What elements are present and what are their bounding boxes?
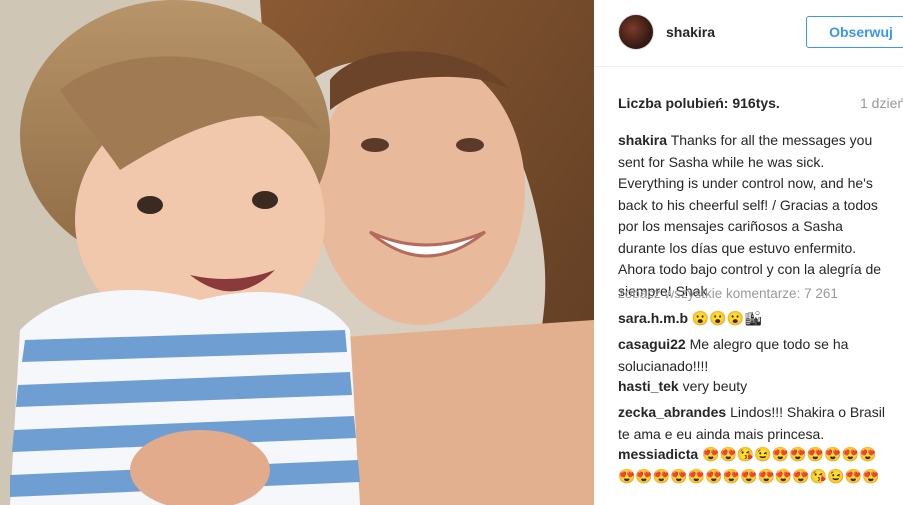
comment-username[interactable]: zecka_abrandes: [618, 404, 726, 420]
comment-item: sara.h.m.b 😮😮😮🏙: [618, 308, 893, 330]
profile-avatar[interactable]: [618, 14, 654, 50]
caption-text: Thanks for all the messages you sent for…: [618, 132, 882, 299]
view-all-comments-link[interactable]: zobacz wszystkie komentarze: 7 261: [618, 286, 838, 301]
comment-item: messiadicta 😍😍😘😉😍😍😍😍😍😍😍😍😍😍😍😍😍😍😍😍😍😘😉😍😍: [618, 444, 893, 487]
comment-username[interactable]: messiadicta: [618, 446, 698, 462]
post-sidebar: shakira Obserwuj Liczba polubień: 916tys…: [594, 0, 903, 505]
comment-username[interactable]: casagui22: [618, 336, 686, 352]
comment-text: very beuty: [682, 378, 748, 394]
post-time[interactable]: 1 dzień: [860, 95, 903, 111]
post-photo[interactable]: [0, 0, 594, 505]
caption-username[interactable]: shakira: [618, 132, 667, 148]
post-username[interactable]: shakira: [666, 24, 715, 40]
comment-item: hasti_tek very beuty: [618, 376, 893, 398]
comment-text: 😮😮😮🏙: [691, 310, 762, 326]
post-caption: shakira Thanks for all the messages you …: [618, 130, 888, 302]
post-header: shakira Obserwuj: [594, 0, 903, 67]
likes-count[interactable]: Liczba polubień: 916tys.: [618, 95, 780, 111]
comment-item: zecka_abrandes Lindos!!! Shakira o Brasi…: [618, 402, 893, 445]
photo-illustration: [0, 0, 594, 505]
follow-button[interactable]: Obserwuj: [806, 16, 903, 48]
comment-item: casagui22 Me alegro que todo se ha soluc…: [618, 334, 893, 377]
comment-username[interactable]: hasti_tek: [618, 378, 679, 394]
comment-username[interactable]: sara.h.m.b: [618, 310, 688, 326]
